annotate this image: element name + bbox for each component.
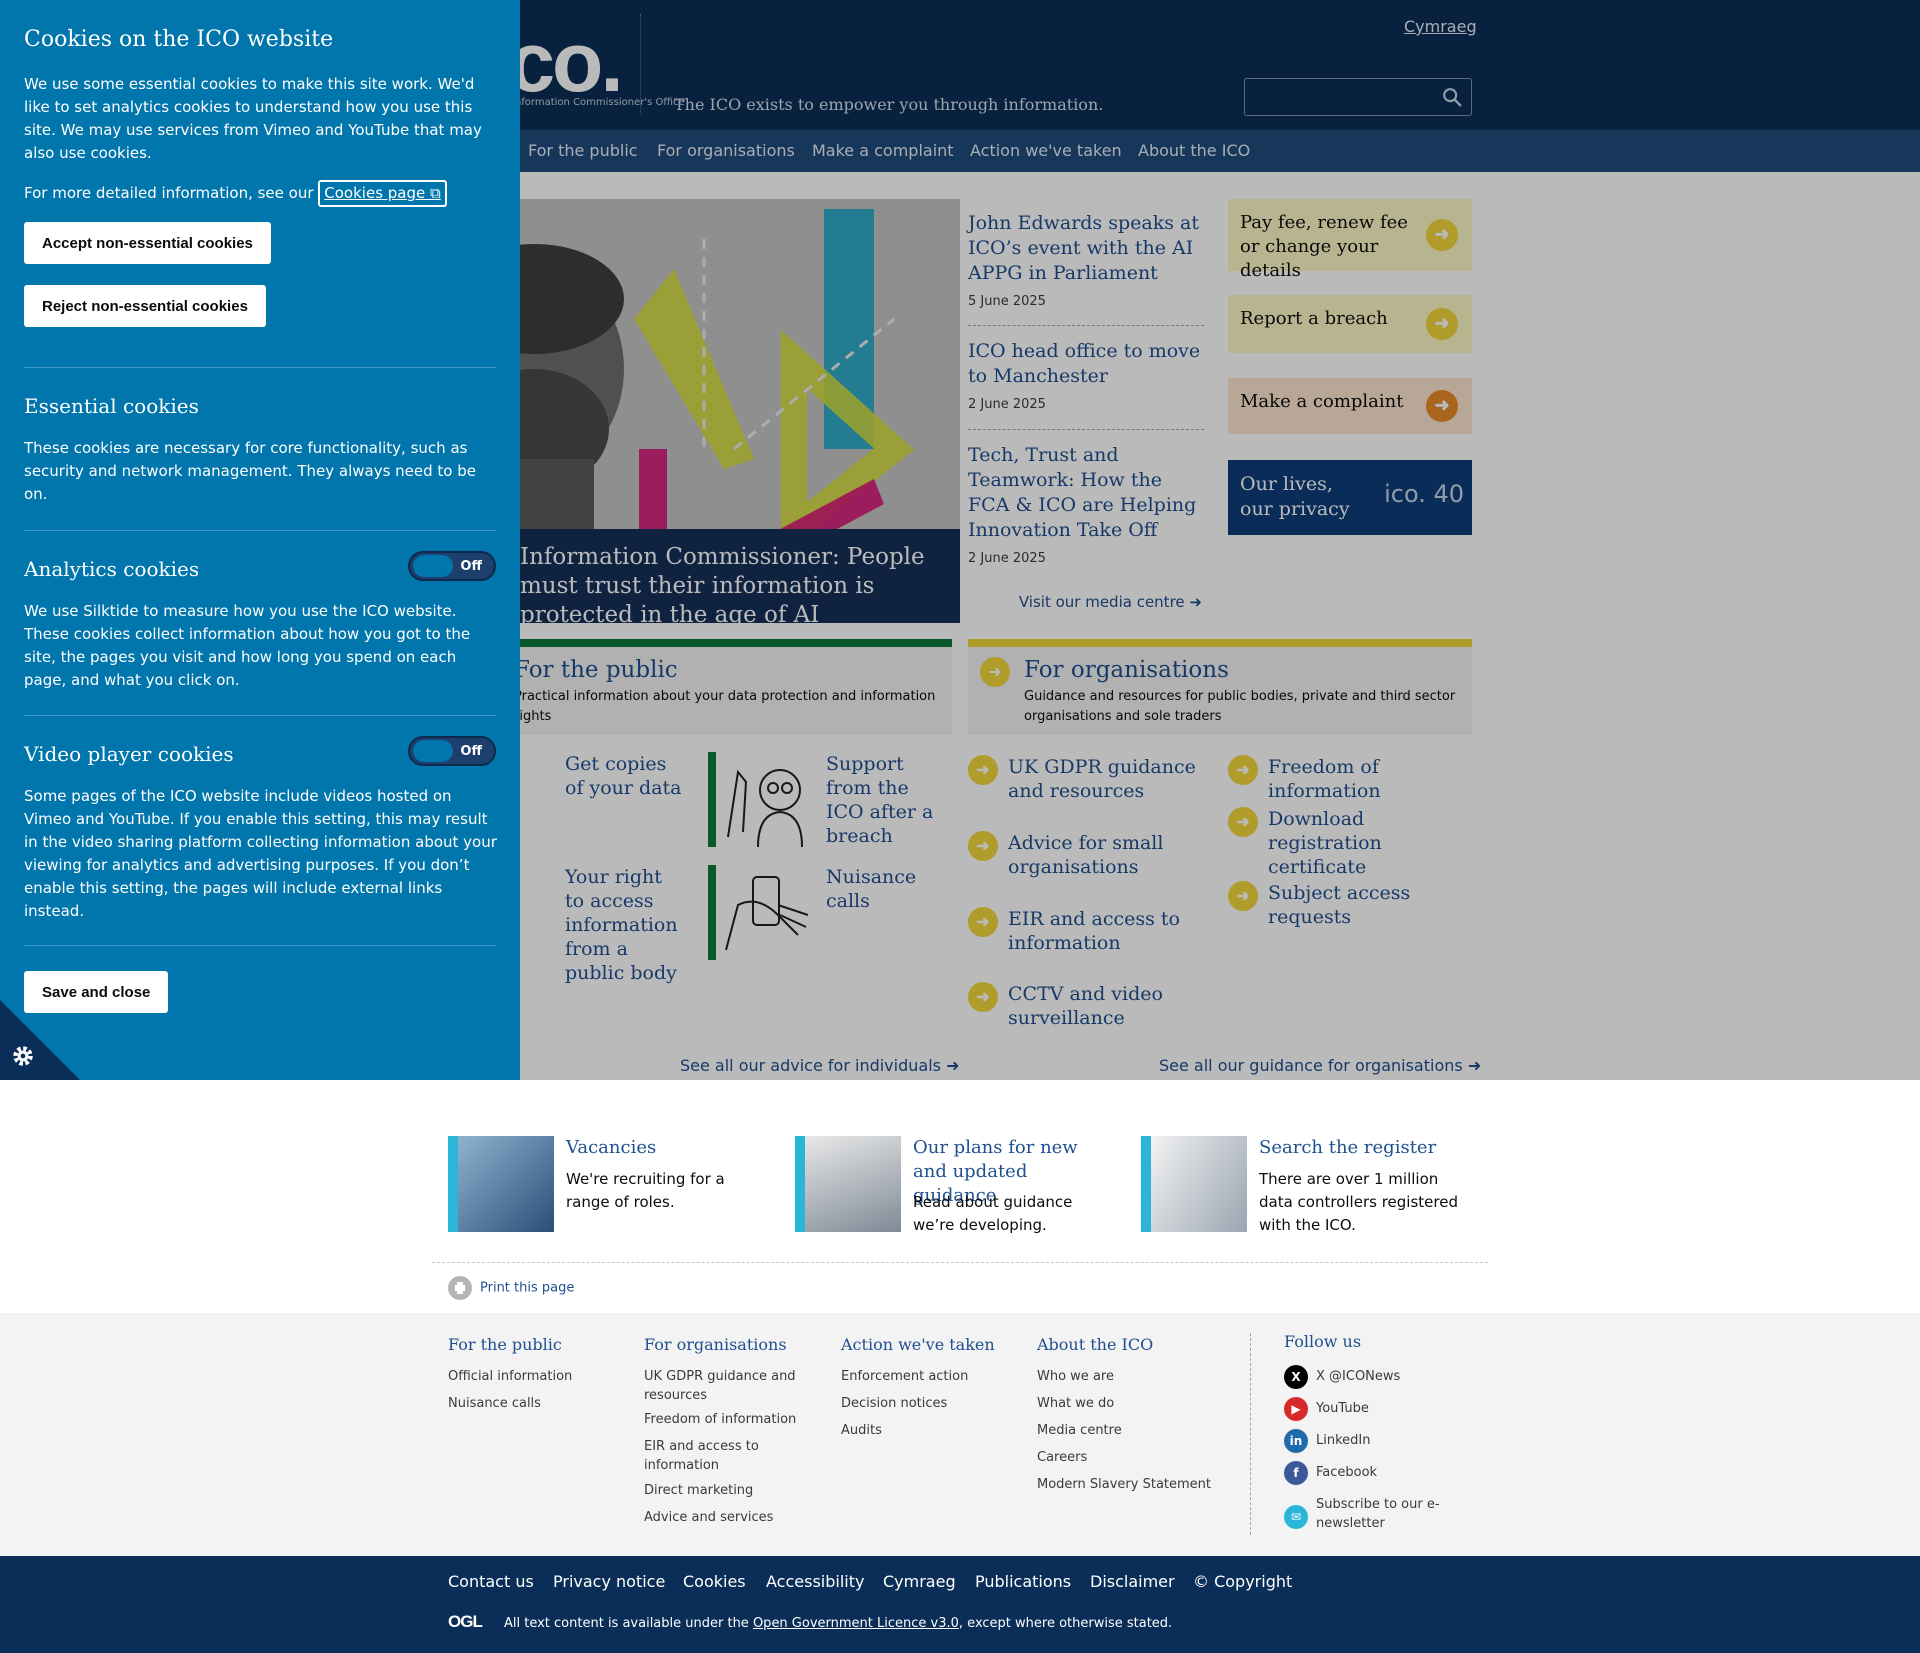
- cookie-more-info-prefix: For more detailed information, see our: [24, 184, 319, 202]
- footer-link[interactable]: Audits: [841, 1421, 882, 1440]
- bottom-link-cymraeg[interactable]: Cymraeg: [883, 1572, 956, 1591]
- licence-prefix: All text content is available under the: [504, 1616, 753, 1631]
- analytics-cookies-text: We use Silktide to measure how you use t…: [24, 602, 471, 689]
- social-x[interactable]: X X @ICONews: [1284, 1365, 1400, 1389]
- bottom-link-contact[interactable]: Contact us: [448, 1572, 534, 1591]
- analytics-toggle-state: Off: [460, 559, 482, 574]
- video-cookies-text: Some pages of the ICO website include vi…: [24, 787, 497, 920]
- footer-heading[interactable]: Action we've taken: [841, 1335, 995, 1354]
- social-label[interactable]: LinkedIn: [1316, 1433, 1370, 1448]
- youtube-icon: ▶: [1284, 1397, 1308, 1421]
- footer-link[interactable]: Enforcement action: [841, 1367, 968, 1386]
- analytics-cookies-toggle[interactable]: Off: [408, 551, 496, 581]
- register-image[interactable]: [1141, 1136, 1247, 1232]
- linkedin-icon: in: [1284, 1429, 1308, 1453]
- footer-link[interactable]: Official information: [448, 1367, 572, 1386]
- video-cookies-title: Video player cookies: [24, 742, 234, 766]
- bottom-bar: Contact us Privacy notice Cookies Access…: [0, 1556, 1920, 1653]
- bottom-link-disclaimer[interactable]: Disclaimer: [1090, 1572, 1175, 1591]
- social-label[interactable]: YouTube: [1316, 1401, 1369, 1416]
- print-page-link[interactable]: Print this page: [448, 1276, 574, 1300]
- footer-link[interactable]: Direct marketing: [644, 1481, 753, 1500]
- bottom-link-accessibility[interactable]: Accessibility: [766, 1572, 864, 1591]
- cookie-more-info: For more detailed information, see our C…: [24, 180, 498, 207]
- reject-cookies-button[interactable]: Reject non-essential cookies: [24, 285, 266, 327]
- guidance-plans-image[interactable]: [795, 1136, 901, 1232]
- footer-link[interactable]: UK GDPR guidance and resources: [644, 1367, 814, 1405]
- cookies-page-link[interactable]: Cookies page ⧉: [318, 180, 447, 207]
- cookie-divider: [24, 530, 496, 531]
- promo-vacancies-title[interactable]: Vacancies: [566, 1136, 746, 1160]
- email-icon: ✉: [1284, 1505, 1308, 1529]
- footer-link[interactable]: Careers: [1037, 1448, 1087, 1467]
- footer-heading[interactable]: About the ICO: [1037, 1335, 1153, 1354]
- toggle-knob: [413, 555, 453, 577]
- ogl-licence-link[interactable]: Open Government Licence v3.0: [753, 1616, 959, 1631]
- social-newsletter[interactable]: ✉ Subscribe to our e-newsletter: [1284, 1495, 1484, 1533]
- facebook-icon: f: [1284, 1461, 1308, 1485]
- cookie-divider: [24, 945, 496, 946]
- accept-cookies-button[interactable]: Accept non-essential cookies: [24, 222, 271, 264]
- footer-link[interactable]: Nuisance calls: [448, 1394, 541, 1413]
- footer-link[interactable]: Freedom of information: [644, 1410, 796, 1429]
- social-youtube[interactable]: ▶ YouTube: [1284, 1397, 1369, 1421]
- vacancies-image[interactable]: [448, 1136, 554, 1232]
- licence-text: All text content is available under the …: [504, 1616, 1172, 1631]
- ogl-logo: OGL: [448, 1612, 483, 1631]
- bottom-link-cookies[interactable]: Cookies: [683, 1572, 746, 1591]
- promo-vacancies-desc: We're recruiting for a range of roles.: [566, 1170, 725, 1211]
- print-page-label[interactable]: Print this page: [480, 1281, 574, 1296]
- licence-suffix: , except where otherwise stated.: [958, 1616, 1173, 1631]
- external-link-icon: ⧉: [430, 184, 441, 202]
- promo-register-desc: There are over 1 million data controller…: [1259, 1170, 1458, 1234]
- save-and-close-button[interactable]: Save and close: [24, 971, 169, 1013]
- bottom-link-copyright[interactable]: © Copyright: [1193, 1572, 1292, 1591]
- footer-link[interactable]: EIR and access to information: [644, 1437, 794, 1475]
- bottom-link-privacy[interactable]: Privacy notice: [553, 1572, 665, 1591]
- social-label[interactable]: Facebook: [1316, 1465, 1377, 1480]
- video-cookies-toggle[interactable]: Off: [408, 736, 496, 766]
- print-icon: [448, 1276, 472, 1300]
- social-label[interactable]: X @ICONews: [1316, 1369, 1400, 1384]
- footer-link[interactable]: Modern Slavery Statement: [1037, 1475, 1211, 1494]
- video-toggle-state: Off: [460, 744, 482, 759]
- follow-us-heading: Follow us: [1284, 1332, 1362, 1351]
- cookies-page-label[interactable]: Cookies page: [324, 184, 425, 202]
- toggle-knob: [413, 740, 453, 762]
- bottom-link-publications[interactable]: Publications: [975, 1572, 1071, 1591]
- footer-link[interactable]: Who we are: [1037, 1367, 1114, 1386]
- footer-link[interactable]: Media centre: [1037, 1421, 1122, 1440]
- cookie-banner: Cookies on the ICO website We use some e…: [0, 0, 520, 1080]
- promo-guidance-desc: Read about guidance we’re developing.: [913, 1193, 1073, 1234]
- analytics-cookies-title: Analytics cookies: [24, 557, 200, 581]
- cookie-divider: [24, 367, 496, 368]
- section-divider: [432, 1262, 1488, 1263]
- cookie-intro-text: We use some essential cookies to make th…: [24, 75, 482, 162]
- footer-link[interactable]: Decision notices: [841, 1394, 947, 1413]
- social-label[interactable]: Subscribe to our e-newsletter: [1316, 1497, 1440, 1531]
- essential-cookies-title: Essential cookies: [24, 394, 199, 418]
- essential-cookies-text: These cookies are necessary for core fun…: [24, 439, 476, 503]
- gear-icon[interactable]: [10, 1043, 36, 1069]
- footer-heading[interactable]: For the public: [448, 1335, 562, 1354]
- x-icon: X: [1284, 1365, 1308, 1389]
- social-linkedin[interactable]: in LinkedIn: [1284, 1429, 1370, 1453]
- footer-heading[interactable]: For organisations: [644, 1335, 787, 1354]
- cookie-divider: [24, 715, 496, 716]
- promo-register-title[interactable]: Search the register: [1259, 1136, 1459, 1160]
- social-facebook[interactable]: f Facebook: [1284, 1461, 1377, 1485]
- footer-link[interactable]: What we do: [1037, 1394, 1114, 1413]
- footer-divider: [1250, 1333, 1251, 1535]
- cookie-banner-title: Cookies on the ICO website: [24, 27, 334, 52]
- footer-link[interactable]: Advice and services: [644, 1508, 773, 1527]
